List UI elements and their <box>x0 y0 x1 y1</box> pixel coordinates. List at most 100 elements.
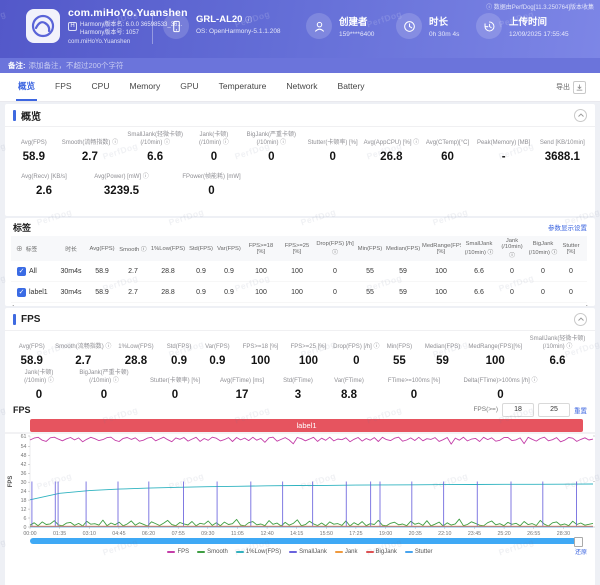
svg-text:54: 54 <box>21 444 27 450</box>
tab-memory[interactable]: Memory <box>120 73 171 101</box>
fps-chart[interactable]: 0612182430364248546101200:0001:3503:1004… <box>5 432 595 538</box>
column-header: FPS>=18 [%] <box>243 236 279 261</box>
remark-bar[interactable]: 备注:添加备注，不超过200个字符 <box>0 58 600 73</box>
legend-label: Jank <box>345 549 358 555</box>
svg-text:0: 0 <box>24 525 27 531</box>
metric-value: 6.6 <box>121 151 189 163</box>
restore-zoom-link[interactable]: 还原 <box>575 547 587 556</box>
legend-item-fps[interactable]: FPS <box>167 549 189 555</box>
metric-value: 0 <box>453 389 548 401</box>
duration-label: 时长 <box>429 14 459 28</box>
fps-threshold-low-input[interactable] <box>502 403 534 417</box>
metric-value: 0.9 <box>198 355 236 367</box>
export-label: 导出 <box>556 82 570 92</box>
reset-button[interactable]: 重置 <box>574 405 587 415</box>
metric-label: FPS>=18 [%] <box>237 337 285 352</box>
svg-text:26:55: 26:55 <box>527 531 540 537</box>
metric-value: 0 <box>304 151 361 163</box>
svg-text:11:05: 11:05 <box>231 531 244 537</box>
metric-label: Median(FPS) <box>419 337 467 352</box>
metric-value: 3688.1 <box>534 151 591 163</box>
metric-label: Min(FPS) <box>380 337 418 352</box>
fps-title: FPS <box>21 314 40 325</box>
legend-marker <box>405 551 413 553</box>
creator-block: 创建者 159****6400 <box>306 13 374 39</box>
metric-label: Avg(Recv) [KB/s] <box>9 167 79 182</box>
table-cell: 6.6 <box>461 261 497 282</box>
svg-text:42: 42 <box>21 462 27 468</box>
upload-time-value: 12/09/2025 17:55:45 <box>509 31 569 38</box>
collapse-icon[interactable] <box>574 313 587 326</box>
svg-text:12:40: 12:40 <box>260 531 273 537</box>
collapse-icon[interactable] <box>574 109 587 122</box>
export-button[interactable]: 导出 <box>550 80 592 95</box>
metric-label: Avg(CTemp)[°C] <box>421 133 473 148</box>
labels-table: ⊕标签时长Avg(FPS)Smooth ⓘ1%Low(FPS)Std(FPS)V… <box>11 236 587 303</box>
creator-value: 159****6400 <box>339 31 374 38</box>
svg-text:20:35: 20:35 <box>409 531 422 537</box>
table-cell: 28.8 <box>149 261 187 282</box>
metric-cell: Stutter(卡顿率) [%]0 <box>304 133 361 163</box>
legend-marker <box>197 551 205 553</box>
table-cell <box>583 261 587 282</box>
title-accent-bar <box>13 314 16 325</box>
legend-item-1-low-fps-[interactable]: 1%Low(FPS) <box>236 549 281 555</box>
metric-label: Delta(FTime)>100ms [/h] ⓘ <box>453 371 548 386</box>
tab-temperature[interactable]: Temperature <box>209 73 277 101</box>
device-info-icon[interactable]: ⓘ <box>245 17 252 24</box>
phone-icon <box>163 13 189 39</box>
metric-label: Std(FPS) <box>160 337 198 352</box>
device-os: OS: OpenHarmony-5.1.1.208 <box>196 28 281 35</box>
harmonyos-icon: H <box>68 22 77 31</box>
metric-cell: Avg(CTemp)[°C]60 <box>421 133 473 163</box>
tab-overview[interactable]: 概览 <box>8 73 45 101</box>
svg-text:03:10: 03:10 <box>83 531 96 537</box>
tab-fps[interactable]: FPS <box>45 73 82 101</box>
tab-gpu[interactable]: GPU <box>170 73 208 101</box>
metric-cell: Stutter(卡顿率) [%]0 <box>139 371 211 401</box>
labels-title: 标签 <box>13 221 31 234</box>
metric-value: 28.8 <box>112 355 160 367</box>
chart-label-marker[interactable]: label1 <box>30 419 583 432</box>
legend-item-smooth[interactable]: Smooth <box>197 549 228 555</box>
table-cell: 0 <box>527 261 559 282</box>
column-header: MedRange(FPS)[%] <box>421 236 461 261</box>
legend-item-stutter[interactable]: Stutter <box>405 549 433 555</box>
metric-cell: Var(FTime)8.8 <box>323 371 375 401</box>
upload-time-label: 上传时间 <box>509 14 569 28</box>
metric-label: Smooth(流畅指数) ⓘ <box>59 133 122 148</box>
row-checkbox[interactable]: ✓ <box>17 288 26 297</box>
metric-label: Avg(FTime) [ms] <box>211 371 273 386</box>
legend-item-smalljank[interactable]: SmallJank <box>289 549 327 555</box>
scroll-right-icon[interactable]: ▸ <box>586 303 589 306</box>
metric-value: 0.9 <box>160 355 198 367</box>
row-name-cell: ✓label1 <box>12 288 54 297</box>
svg-text:06:20: 06:20 <box>142 531 155 537</box>
metric-value: 2.7 <box>55 355 112 367</box>
table-scrollbar[interactable]: ◂ ▸ <box>9 305 591 306</box>
metric-cell: MedRange(FPS)[%]100 <box>467 337 524 367</box>
legend-item-bigjank[interactable]: BigJank <box>366 549 397 555</box>
fps-threshold-high-input[interactable] <box>538 403 570 417</box>
remark-placeholder: 添加备注，不超过200个字符 <box>29 61 124 70</box>
table-cell: 2.7 <box>117 261 149 282</box>
metric-value: 26.8 <box>361 151 421 163</box>
metric-value: 58.9 <box>9 151 59 163</box>
row-checkbox[interactable]: ✓ <box>17 267 26 276</box>
tab-network[interactable]: Network <box>276 73 327 101</box>
metric-label: Send [KB/10min] <box>534 133 591 148</box>
add-label-icon[interactable]: ⊕ <box>16 244 23 253</box>
legend-label: BigJank <box>376 549 397 555</box>
display-settings-link[interactable]: 参数显示设置 <box>548 222 587 232</box>
scroll-left-icon[interactable]: ◂ <box>11 303 14 306</box>
chart-scrollbar[interactable] <box>30 538 583 544</box>
tab-battery[interactable]: Battery <box>328 73 375 101</box>
overview-card: 概览 Avg(FPS)58.9Smooth(流畅指数) ⓘ2.7SmallJan… <box>5 104 595 216</box>
svg-text:24: 24 <box>21 489 27 495</box>
labels-card: 标签 参数显示设置 ⊕标签时长Avg(FPS)Smooth ⓘ1%Low(FPS… <box>5 218 595 306</box>
tab-cpu[interactable]: CPU <box>82 73 120 101</box>
legend-label: Stutter <box>415 549 433 555</box>
metric-value: 100 <box>284 355 332 367</box>
metric-value: 0 <box>239 151 304 163</box>
legend-item-jank[interactable]: Jank <box>335 549 358 555</box>
